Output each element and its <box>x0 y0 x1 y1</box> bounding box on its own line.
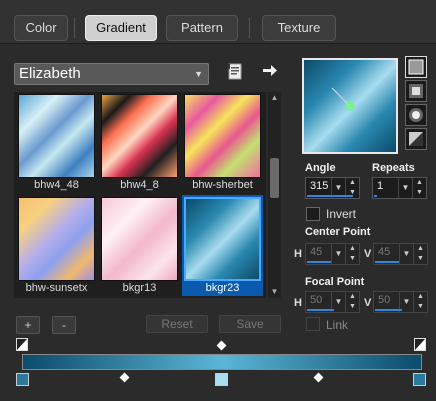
radial-style-icon <box>409 108 423 122</box>
focal-point-label: Focal Point <box>305 276 365 288</box>
gradient-swatch <box>184 197 261 281</box>
repeats-label: Repeats <box>372 162 415 174</box>
gradient-library-grid: bhw4_48 bhw4_8 bhw-sherbet bhw-sunsetx b… <box>14 92 266 298</box>
gradient-swatch <box>18 94 95 178</box>
color-stop-middle[interactable] <box>215 373 228 386</box>
center-v-label: V <box>364 248 372 260</box>
scrollbar-thumb[interactable] <box>270 158 279 198</box>
chevron-down-icon[interactable]: ▼ <box>398 178 412 198</box>
invert-checkbox[interactable] <box>306 207 320 221</box>
gradient-tile[interactable]: bkgr13 <box>99 195 180 296</box>
tab-pattern[interactable]: Pattern <box>166 15 238 41</box>
angle-value: 315 <box>310 180 329 192</box>
focal-v-spinbox[interactable]: 50 ▼ ▲ ▼ <box>373 291 428 313</box>
sunburst-style-icon <box>409 132 423 146</box>
tab-divider <box>74 18 75 38</box>
chevron-down-icon[interactable]: ▼ <box>331 244 345 264</box>
tab-color[interactable]: Color <box>14 15 68 41</box>
gradient-name: bhw4_8 <box>120 179 159 191</box>
grid-scrollbar[interactable]: ▲ ▼ <box>268 92 281 298</box>
focal-v-value: 50 <box>378 294 391 306</box>
preset-selected-label: Elizabeth <box>19 65 81 82</box>
gradient-preview[interactable] <box>302 58 398 154</box>
angle-handle-icon[interactable] <box>304 60 396 152</box>
gradient-tile[interactable]: bhw-sunsetx <box>16 195 97 296</box>
focal-h-label: H <box>294 297 302 309</box>
center-point-label: Center Point <box>305 226 371 238</box>
gradient-ramp-editor[interactable] <box>16 338 430 388</box>
center-v-spinbox[interactable]: 45 ▼ ▲ ▼ <box>373 243 428 265</box>
spin-arrows-icon[interactable]: ▲ ▼ <box>345 292 359 312</box>
gradient-swatch <box>101 197 178 281</box>
tab-bar: Color Gradient Pattern Texture <box>0 0 436 44</box>
color-midpoint[interactable] <box>313 372 324 383</box>
linear-style-button[interactable] <box>405 56 427 78</box>
opacity-midpoint[interactable] <box>216 340 227 351</box>
chevron-down-icon[interactable]: ▼ <box>399 244 413 264</box>
focal-v-progress-bar <box>375 309 402 311</box>
tab-divider <box>249 18 250 38</box>
add-gradient-button[interactable]: + <box>16 316 40 334</box>
gradient-tile[interactable]: bhw4_8 <box>99 92 180 193</box>
color-stop-start[interactable] <box>16 373 29 386</box>
center-h-spinbox[interactable]: 45 ▼ ▲ ▼ <box>305 243 360 265</box>
scroll-up-icon[interactable]: ▲ <box>268 92 281 104</box>
gradient-swatch <box>18 197 95 281</box>
reset-button[interactable]: Reset <box>146 315 208 333</box>
remove-gradient-button[interactable]: - <box>52 316 76 334</box>
center-h-progress-bar <box>307 261 331 263</box>
angle-spinbox[interactable]: 315 ▼ ▲ ▼ <box>305 177 360 199</box>
gradient-tile[interactable]: bhw4_48 <box>16 92 97 193</box>
repeats-spinbox[interactable]: 1 ▼ ▲ ▼ <box>372 177 427 199</box>
invert-label: Invert <box>326 207 357 221</box>
repeats-value: 1 <box>377 180 384 192</box>
link-checkbox[interactable] <box>306 317 320 331</box>
gradient-ramp-bar[interactable] <box>22 354 422 370</box>
gradient-tile[interactable]: bhw-sherbet <box>182 92 263 193</box>
center-v-value: 45 <box>378 246 391 258</box>
focal-h-progress-bar <box>307 309 334 311</box>
center-v-progress-bar <box>375 261 399 263</box>
gradient-name: bkgr23 <box>205 282 240 294</box>
linear-style-icon <box>408 59 424 75</box>
focal-v-label: V <box>364 297 372 309</box>
angle-progress-bar <box>307 195 354 197</box>
rectangular-style-button[interactable] <box>405 80 427 102</box>
gradient-name: bhw-sunsetx <box>25 282 88 294</box>
gradient-swatch <box>184 94 261 178</box>
gradient-name: bhw-sherbet <box>192 179 253 191</box>
opacity-stop-icon <box>415 339 425 350</box>
spin-arrows-icon[interactable]: ▲ ▼ <box>413 292 427 312</box>
radial-style-button[interactable] <box>405 104 427 126</box>
center-h-value: 45 <box>310 246 323 258</box>
sunburst-style-button[interactable] <box>405 128 427 150</box>
arrow-right-icon[interactable] <box>262 62 278 79</box>
color-stop-end[interactable] <box>413 373 426 386</box>
document-icon[interactable] <box>227 63 243 80</box>
gradient-tile-selected[interactable]: bkgr23 <box>182 195 263 296</box>
link-label: Link <box>326 318 349 332</box>
gradient-name: bkgr13 <box>122 282 157 294</box>
opacity-stop-icon <box>17 339 27 350</box>
chevron-down-icon: ▼ <box>194 69 203 79</box>
tab-gradient[interactable]: Gradient <box>85 15 157 41</box>
gradient-preset-dropdown[interactable]: Elizabeth ▼ <box>14 63 209 85</box>
scroll-down-icon[interactable]: ▼ <box>268 286 281 298</box>
center-h-label: H <box>294 248 302 260</box>
angle-label: Angle <box>305 162 336 174</box>
repeats-progress-bar <box>374 195 377 197</box>
spin-arrows-icon[interactable]: ▲ ▼ <box>412 178 426 198</box>
save-button[interactable]: Save <box>219 315 281 333</box>
gradient-swatch <box>101 94 178 178</box>
opacity-stop-end[interactable] <box>414 338 426 351</box>
spin-arrows-icon[interactable]: ▲ ▼ <box>345 244 359 264</box>
color-midpoint[interactable] <box>119 372 130 383</box>
focal-h-value: 50 <box>310 294 323 306</box>
spin-arrows-icon[interactable]: ▲ ▼ <box>413 244 427 264</box>
focal-h-spinbox[interactable]: 50 ▼ ▲ ▼ <box>305 291 360 313</box>
rectangular-style-icon <box>409 84 423 98</box>
opacity-stop-start[interactable] <box>16 338 28 351</box>
gradient-name: bhw4_48 <box>34 179 79 191</box>
tab-texture[interactable]: Texture <box>262 15 336 41</box>
